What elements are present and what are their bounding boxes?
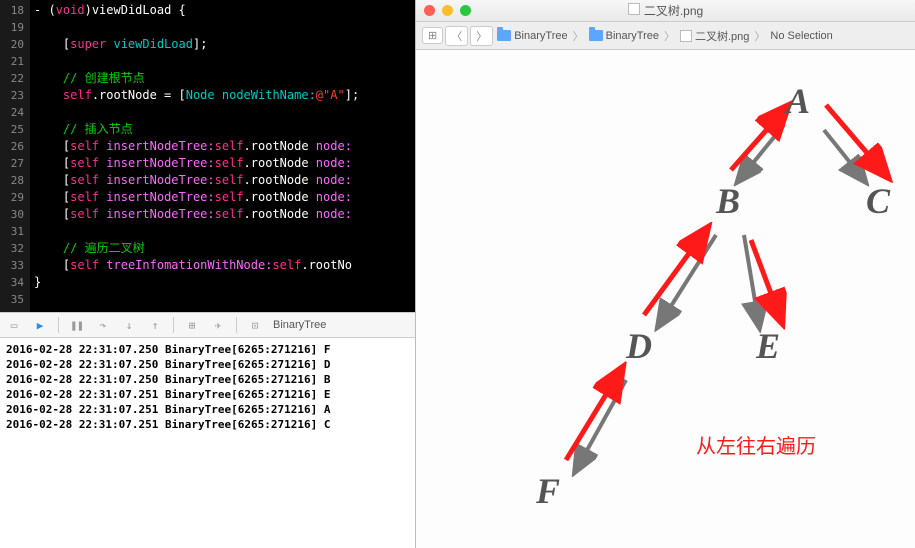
preview-window: 二叉树.png ⊞ 〈 〉 BinaryTree 〉 BinaryTree 〉 … bbox=[415, 0, 915, 548]
process-icon: ⊡ bbox=[247, 317, 263, 333]
tree-node: F bbox=[536, 470, 560, 512]
breadcrumb-item[interactable]: BinaryTree bbox=[587, 30, 661, 42]
process-label: BinaryTree bbox=[273, 319, 326, 331]
tree-node: E bbox=[756, 325, 780, 367]
close-icon[interactable] bbox=[424, 5, 435, 16]
step-in-icon[interactable]: ↓ bbox=[121, 317, 137, 333]
back-button[interactable]: 〈 bbox=[445, 26, 468, 46]
xcode-panel: 181920212223242526272829303132333435 - (… bbox=[0, 0, 415, 548]
pause-icon[interactable]: ❚❚ bbox=[69, 317, 85, 333]
window-title: 二叉树.png bbox=[628, 2, 703, 19]
chevron-right-icon: 〉 bbox=[572, 28, 585, 44]
tree-node: C bbox=[866, 180, 890, 222]
step-out-icon[interactable]: ↑ bbox=[147, 317, 163, 333]
image-canvas[interactable]: A B C D E F 从左往右遍历 bbox=[416, 50, 915, 548]
breadcrumb-item[interactable]: 二叉树.png bbox=[678, 28, 751, 44]
debug-toolbar: ▭ ▶ ❚❚ ↷ ↓ ↑ ⊞ ✈ ⊡ BinaryTree bbox=[0, 312, 415, 338]
continue-icon[interactable]: ▶ bbox=[32, 317, 48, 333]
tree-node: D bbox=[626, 325, 652, 367]
chevron-right-icon: 〉 bbox=[663, 28, 676, 44]
path-bar: ⊞ 〈 〉 BinaryTree 〉 BinaryTree 〉 二叉树.png … bbox=[416, 22, 915, 50]
code-area[interactable]: - (void)viewDidLoad { [super viewDidLoad… bbox=[30, 0, 415, 312]
folder-icon bbox=[497, 30, 511, 41]
diagram-caption: 从左往右遍历 bbox=[696, 430, 816, 459]
debug-view-icon[interactable]: ⊞ bbox=[184, 317, 200, 333]
breadcrumb-item[interactable]: No Selection bbox=[768, 30, 834, 42]
hide-debug-icon[interactable]: ▭ bbox=[6, 317, 22, 333]
line-gutter: 181920212223242526272829303132333435 bbox=[0, 0, 30, 312]
image-file-icon bbox=[680, 30, 692, 42]
folder-icon bbox=[589, 30, 603, 41]
tree-node: B bbox=[716, 180, 740, 222]
grid-icon[interactable]: ⊞ bbox=[422, 27, 443, 44]
forward-button[interactable]: 〉 bbox=[470, 26, 493, 46]
tree-diagram bbox=[416, 50, 915, 548]
minimize-icon[interactable] bbox=[442, 5, 453, 16]
tree-node: A bbox=[786, 80, 810, 122]
code-editor[interactable]: 181920212223242526272829303132333435 - (… bbox=[0, 0, 415, 312]
image-file-icon bbox=[628, 3, 640, 15]
location-icon[interactable]: ✈ bbox=[210, 317, 226, 333]
chevron-right-icon: 〉 bbox=[753, 28, 766, 44]
traffic-lights bbox=[424, 5, 471, 16]
window-titlebar[interactable]: 二叉树.png bbox=[416, 0, 915, 22]
step-over-icon[interactable]: ↷ bbox=[95, 317, 111, 333]
breadcrumb-item[interactable]: BinaryTree bbox=[495, 30, 569, 42]
zoom-icon[interactable] bbox=[460, 5, 471, 16]
console-output[interactable]: 2016-02-28 22:31:07.250 BinaryTree[6265:… bbox=[0, 338, 415, 548]
